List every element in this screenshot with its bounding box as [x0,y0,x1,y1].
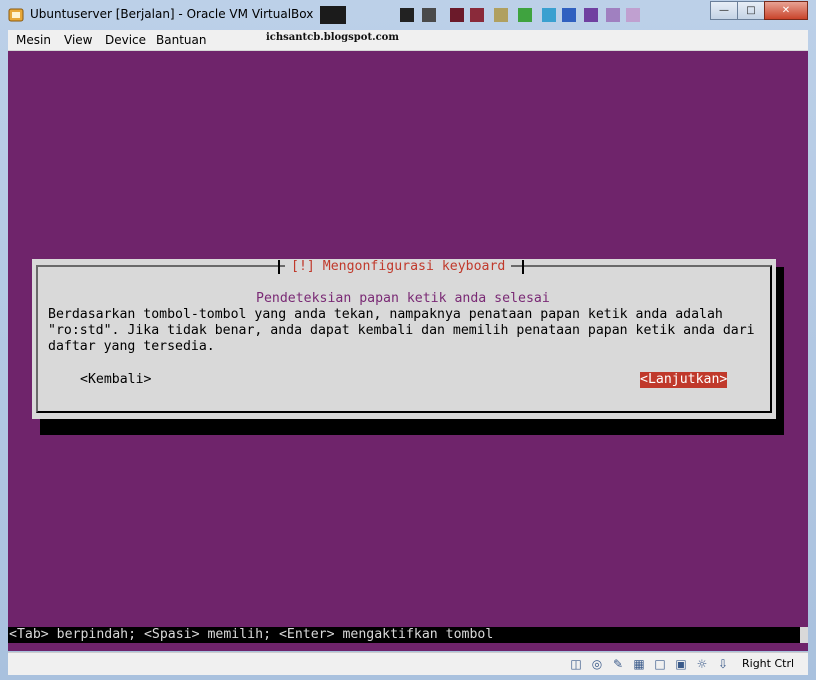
virtualbox-window: Ubuntuserver [Berjalan] - Oracle VM Virt… [0,0,816,680]
host-key-icon: ⇩ [717,657,729,671]
text-cursor [800,627,808,643]
virtualbox-app-icon [8,8,24,22]
blog-watermark: ichsantcb.blogspot.com [266,32,399,43]
network-icon[interactable]: ▦ [631,656,647,672]
menu-bantuan[interactable]: Bantuan [156,33,206,47]
window-title: Ubuntuserver [Berjalan] - Oracle VM Virt… [30,7,314,21]
menu-bar: Mesin View Device Bantuan ichsantcb.blog… [8,30,808,51]
display-icon[interactable]: ▣ [673,656,689,672]
title-separator-right [522,260,524,274]
vm-screen[interactable]: [!] Mengonfigurasi keyboard Pendeteksian… [8,51,808,651]
menu-device[interactable]: Device [105,33,146,47]
optical-drive-icon[interactable]: ◎ [589,656,605,672]
menu-mesin[interactable]: Mesin [16,33,51,47]
message-line: Berdasarkan tombol-tombol yang anda teka… [48,307,723,322]
close-button[interactable]: ✕ [764,1,808,20]
mouse-integration-icon[interactable]: ☼ [694,656,710,672]
message-line: "ro:std". Jika tidak benar, anda dapat k… [48,323,755,338]
dialog-subtitle: Pendeteksian papan ketik anda selesai [256,291,550,306]
message-line: daftar yang tersedia. [48,339,215,354]
back-button[interactable]: <Kembali> [80,372,151,388]
minimize-button[interactable]: — [710,1,738,20]
minimize-icon: — [719,5,729,16]
device-indicators: ◫ ◎ ✎ ▦ □ ▣ ☼ ⇩ [568,656,736,672]
title-separator-left [278,260,280,274]
keyboard-help-text: <Tab> berpindah; <Spasi> memilih; <Enter… [9,627,494,642]
window-controls: — □ ✕ [710,1,808,20]
keyboard-config-dialog: [!] Mengonfigurasi keyboard Pendeteksian… [32,259,776,419]
dialog-message: Berdasarkan tombol-tombol yang anda teka… [48,307,755,355]
status-bar: ◫ ◎ ✎ ▦ □ ▣ ☼ ⇩ Right Ctrl [8,652,808,675]
dialog-title: [!] Mengonfigurasi keyboard [285,259,512,275]
close-icon: ✕ [781,5,791,16]
usb-icon[interactable]: ✎ [610,656,626,672]
maximize-button[interactable]: □ [737,1,765,20]
title-bar[interactable]: Ubuntuserver [Berjalan] - Oracle VM Virt… [0,0,816,30]
maximize-icon: □ [746,5,756,16]
menu-view[interactable]: View [64,33,92,47]
title-bar-decoration [320,6,640,24]
shared-folder-icon[interactable]: □ [652,656,668,672]
continue-button[interactable]: <Lanjutkan> [640,372,728,388]
hard-disk-icon[interactable]: ◫ [568,656,584,672]
host-key-label: Right Ctrl [742,657,795,670]
installer-help-line: <Tab> berpindah; <Spasi> memilih; <Enter… [8,627,808,643]
